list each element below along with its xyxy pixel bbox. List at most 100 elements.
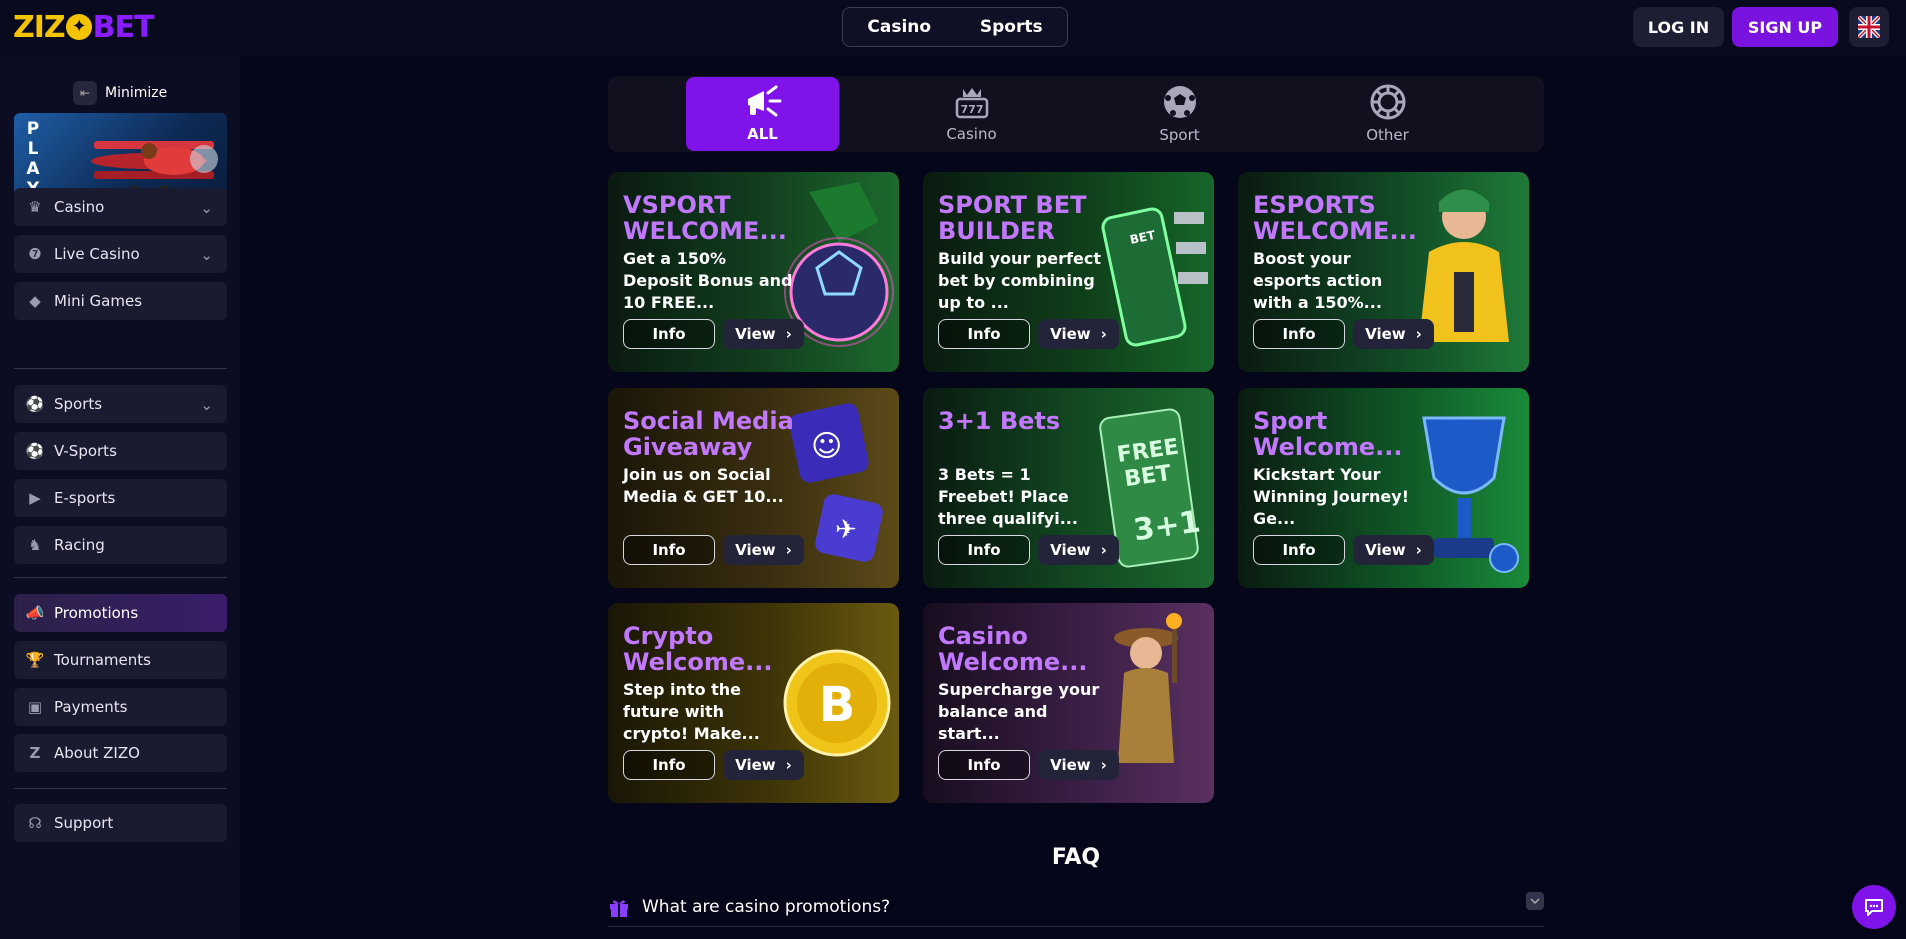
promo-title: SPORT BET BUILDER bbox=[938, 191, 1087, 245]
chevron-right-icon: › bbox=[785, 541, 792, 559]
switch-casino[interactable]: Casino bbox=[867, 17, 931, 37]
promo-card-social-media-giveaway[interactable]: ☺ ✈ Social Media Giveaway Join us on Soc… bbox=[608, 388, 899, 588]
faq-question: What are casino promotions? bbox=[642, 896, 891, 917]
view-label: View bbox=[1365, 325, 1406, 343]
diamond-icon: ◆ bbox=[29, 292, 41, 310]
sidebar-item-live-casino[interactable]: ❼ Live Casino ⌄ bbox=[14, 235, 227, 273]
view-label: View bbox=[1365, 541, 1406, 559]
language-button[interactable] bbox=[1849, 7, 1889, 47]
sidebar-item-racing[interactable]: ♞ Racing bbox=[14, 526, 227, 564]
chevron-down-icon: ⌄ bbox=[200, 199, 213, 217]
sidebar-item-mini-games[interactable]: ◆ Mini Games bbox=[14, 282, 227, 320]
promo-description: Supercharge your balance and start... bbox=[938, 680, 1100, 743]
sidebar-item-support[interactable]: ☊ Support bbox=[14, 804, 227, 842]
megaphone-icon bbox=[747, 85, 781, 117]
promo-card-3-plus-1-bets[interactable]: FREE BET 3+1 3+1 Bets 3 Bets = 1 Freebet… bbox=[923, 388, 1214, 588]
tab-other[interactable]: Other bbox=[1311, 77, 1464, 151]
sidebar-item-label: E-sports bbox=[54, 489, 116, 507]
view-button[interactable]: View › bbox=[1038, 319, 1119, 349]
sidebar-item-payments[interactable]: ▣ Payments bbox=[14, 688, 227, 726]
sidebar: ⇤ Minimize PLAY ♛ Casino ⌄ ❼ Live Casino… bbox=[0, 55, 240, 939]
tab-all[interactable]: ALL bbox=[686, 77, 839, 151]
chip-icon bbox=[1370, 84, 1405, 120]
info-button[interactable]: Info bbox=[623, 319, 715, 349]
zizobet-logo[interactable]: ZIZ ✦ BET bbox=[13, 9, 154, 45]
promo-card-vsport-welcome[interactable]: VSPORT WELCOME... Get a 150% Deposit Bon… bbox=[608, 172, 899, 372]
faq-item[interactable]: What are casino promotions? bbox=[608, 887, 1544, 927]
promo-card-crypto-welcome[interactable]: B Crypto Welcome... Step into the future… bbox=[608, 603, 899, 803]
sidebar-item-label: About ZIZO bbox=[54, 744, 140, 762]
chevron-right-icon: › bbox=[1100, 541, 1107, 559]
sidebar-item-v-sports[interactable]: ⚽ V-Sports bbox=[14, 432, 227, 470]
chevron-down-icon[interactable] bbox=[1526, 892, 1544, 910]
info-button[interactable]: Info bbox=[1253, 535, 1345, 565]
promo-card-esports-welcome[interactable]: ESPORTS WELCOME... Boost your esports ac… bbox=[1238, 172, 1529, 372]
tab-label: ALL bbox=[747, 125, 778, 143]
minimize-button[interactable]: ⇤ Minimize bbox=[73, 81, 167, 105]
megaphone-icon: 📣 bbox=[25, 604, 45, 622]
sidebar-item-label: Payments bbox=[54, 698, 128, 716]
play-word-text: PLAY bbox=[26, 119, 40, 199]
info-button[interactable]: Info bbox=[623, 750, 715, 780]
info-button[interactable]: Info bbox=[938, 535, 1030, 565]
casino-sports-switcher: Casino Sports bbox=[842, 7, 1068, 47]
promo-title: VSPORT WELCOME... bbox=[623, 191, 787, 245]
view-label: View bbox=[735, 541, 776, 559]
tab-label: Sport bbox=[1159, 126, 1200, 144]
view-label: View bbox=[1050, 756, 1091, 774]
view-button[interactable]: View › bbox=[723, 319, 804, 349]
info-label: Info bbox=[1282, 325, 1316, 343]
view-button[interactable]: View › bbox=[723, 750, 804, 780]
view-button[interactable]: View › bbox=[1353, 319, 1434, 349]
view-button[interactable]: View › bbox=[1038, 535, 1119, 565]
sidebar-item-e-sports[interactable]: ▶ E-sports bbox=[14, 479, 227, 517]
chevron-right-icon: › bbox=[785, 756, 792, 774]
promo-description: Join us on Social Media & GET 10... bbox=[623, 465, 784, 506]
promo-card-casino-welcome[interactable]: Casino Welcome... Supercharge your balan… bbox=[923, 603, 1214, 803]
play-banner-text: PLAY bbox=[26, 119, 40, 199]
sidebar-item-promotions[interactable]: 📣 Promotions bbox=[14, 594, 227, 632]
logo-text-part2: BET bbox=[92, 9, 155, 45]
slot-crown-icon: 777 bbox=[955, 88, 988, 119]
uk-flag-icon bbox=[1858, 16, 1880, 38]
switch-sports[interactable]: Sports bbox=[980, 17, 1043, 37]
view-button[interactable]: View › bbox=[1038, 750, 1119, 780]
promo-description: 3 Bets = 1 Freebet! Place three qualifyi… bbox=[938, 465, 1078, 528]
sidebar-item-sports[interactable]: ⚽ Sports ⌄ bbox=[14, 385, 227, 423]
view-label: View bbox=[735, 756, 776, 774]
promo-title: 3+1 Bets bbox=[938, 407, 1061, 435]
chevron-right-icon: › bbox=[1100, 325, 1107, 343]
live-chat-button[interactable] bbox=[1852, 885, 1896, 929]
login-button[interactable]: LOG IN bbox=[1633, 7, 1724, 47]
tab-sport[interactable]: Sport bbox=[1103, 77, 1256, 151]
promo-title: Casino Welcome... bbox=[938, 622, 1088, 676]
info-label: Info bbox=[967, 325, 1001, 343]
view-button[interactable]: View › bbox=[1353, 535, 1434, 565]
tab-casino[interactable]: 777 Casino bbox=[895, 77, 1048, 151]
sidebar-item-casino[interactable]: ♛ Casino ⌄ bbox=[14, 188, 227, 226]
info-button[interactable]: Info bbox=[938, 750, 1030, 780]
sidebar-item-label: Support bbox=[54, 814, 114, 832]
info-button[interactable]: Info bbox=[1253, 319, 1345, 349]
sidebar-item-about-zizo[interactable]: Z About ZIZO bbox=[14, 734, 227, 772]
sidebar-divider bbox=[14, 788, 227, 789]
chevron-down-icon: ⌄ bbox=[200, 246, 213, 264]
minimize-icon: ⇤ bbox=[73, 81, 97, 105]
chevron-down-icon: ⌄ bbox=[200, 396, 213, 414]
info-button[interactable]: Info bbox=[623, 535, 715, 565]
sidebar-item-tournaments[interactable]: 🏆 Tournaments bbox=[14, 641, 227, 679]
svg-text:B: B bbox=[819, 677, 856, 733]
promo-card-sport-welcome[interactable]: Sport Welcome... Kickstart Your Winning … bbox=[1238, 388, 1529, 588]
wallet-icon: ▣ bbox=[27, 698, 43, 716]
view-label: View bbox=[735, 325, 776, 343]
signup-button[interactable]: SIGN UP bbox=[1732, 7, 1838, 47]
promo-card-sport-bet-builder[interactable]: BET SPORT BET BUILDER Build your perfect… bbox=[923, 172, 1214, 372]
info-button[interactable]: Info bbox=[938, 319, 1030, 349]
view-button[interactable]: View › bbox=[723, 535, 804, 565]
zizo-z-icon: Z bbox=[29, 744, 41, 762]
logo-text-part1: ZIZ bbox=[13, 9, 66, 45]
sidebar-divider bbox=[14, 577, 227, 578]
gift-icon bbox=[610, 899, 628, 917]
view-label: View bbox=[1050, 541, 1091, 559]
chevron-right-icon: › bbox=[785, 325, 792, 343]
